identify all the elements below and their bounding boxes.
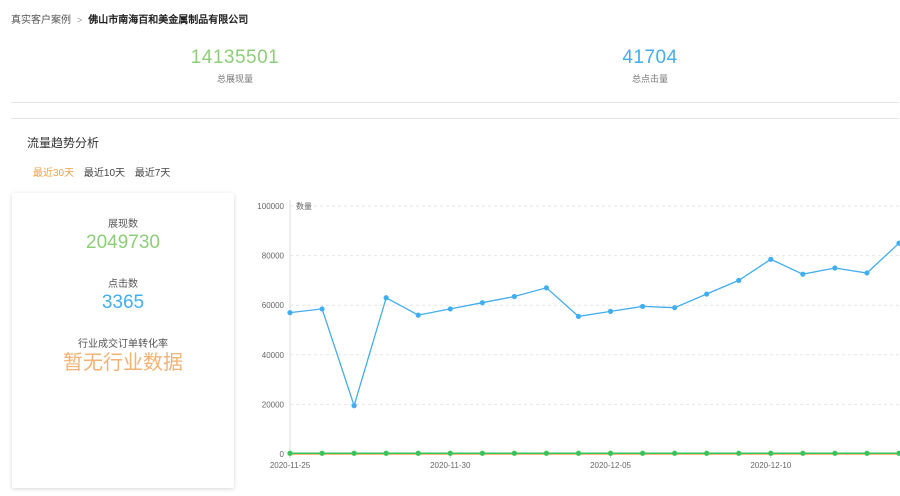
data-point: [704, 291, 710, 297]
data-point: [736, 277, 742, 283]
data-point: [543, 285, 550, 291]
data-point: [383, 450, 389, 456]
data-point: [383, 295, 389, 301]
data-point: [672, 305, 678, 311]
data-point: [639, 303, 646, 310]
summary-card: 展现数 2049730 点击数 3365 行业成交订单转化率 暂无行业数据: [12, 193, 234, 488]
clicks-label: 点击数: [108, 279, 138, 290]
data-point: [511, 293, 517, 300]
trend-chart: 0 20000 40000 60000 80000 100000 数量 2020-11-25 2…: [257, 200, 900, 470]
total-impressions-value: 14135501: [190, 47, 280, 68]
divider: [11, 102, 899, 103]
data-point: [287, 310, 293, 316]
total-clicks-value: 41704: [622, 47, 678, 68]
data-point: [351, 450, 357, 456]
data-point: [351, 403, 357, 409]
data-point: [672, 450, 678, 456]
data-point: [800, 450, 806, 456]
data-point: [896, 450, 900, 456]
breadcrumb-current: 佛山市南海百和美金属制品有限公司: [88, 15, 249, 26]
data-point: [319, 306, 325, 312]
tab-last-30-days[interactable]: 最近30天: [33, 168, 74, 179]
data-point: [800, 271, 806, 277]
impressions-label: 展现数: [108, 219, 138, 230]
y-tick-label: 100000: [257, 202, 284, 211]
data-point: [768, 450, 774, 456]
series-line: [289, 242, 900, 408]
breadcrumb: 真实客户案例 > 佛山市南海百和美金属制品有限公司: [11, 11, 248, 26]
y-tick-label: 40000: [262, 351, 285, 360]
x-tick-label: 2020-11-25: [270, 461, 311, 470]
y-tick-label: 0: [280, 450, 285, 459]
total-impressions-stat: 14135501 总展现量: [145, 47, 325, 85]
y-tick-label: 80000: [262, 252, 285, 261]
data-point: [832, 450, 838, 456]
data-point: [287, 450, 293, 456]
data-point: [607, 450, 614, 456]
tab-last-7-days[interactable]: 最近7天: [135, 168, 171, 179]
data-point: [447, 306, 453, 312]
conversion-label: 行业成交订单转化率: [78, 339, 168, 350]
data-point: [575, 313, 582, 319]
y-tick-label: 20000: [262, 400, 285, 409]
divider: [11, 118, 899, 119]
total-clicks-label: 总点击量: [631, 74, 668, 84]
data-point: [479, 450, 485, 456]
total-impressions-label: 总展现量: [216, 74, 253, 84]
y-tick-label: 60000: [262, 301, 285, 310]
data-point: [479, 300, 485, 306]
data-point: [864, 270, 870, 276]
impressions-block: 展现数 2049730: [12, 215, 234, 254]
data-point: [639, 450, 646, 456]
section-title: 流量趋势分析: [27, 136, 100, 150]
range-tabs: 最近30天 最近10天 最近7天: [33, 164, 177, 179]
data-point: [415, 450, 421, 456]
data-point: [607, 308, 614, 314]
clicks-value: 3365: [101, 292, 145, 313]
data-point: [704, 450, 710, 456]
x-tick-label: 2020-12-05: [590, 461, 631, 470]
x-tick-label: 2020-12-10: [750, 461, 791, 470]
data-point: [736, 450, 742, 456]
breadcrumb-link[interactable]: 真实客户案例: [11, 15, 71, 26]
data-point: [511, 450, 517, 456]
data-point: [575, 450, 582, 456]
data-point: [543, 450, 550, 456]
data-point: [832, 265, 838, 271]
total-clicks-stat: 41704 总点击量: [560, 47, 740, 85]
tab-last-10-days[interactable]: 最近10天: [84, 168, 125, 179]
data-point: [415, 312, 421, 318]
data-point: [864, 450, 870, 456]
data-point: [319, 450, 325, 456]
x-tick-label: 2020-11-30: [430, 461, 471, 470]
y-axis-label: 数量: [296, 201, 312, 211]
conversion-value: 暂无行业数据: [63, 352, 183, 374]
data-point: [768, 256, 774, 262]
breadcrumb-separator-icon: >: [77, 15, 83, 25]
clicks-block: 点击数 3365: [12, 275, 234, 314]
impressions-value: 2049730: [86, 232, 160, 253]
data-point: [447, 450, 453, 456]
conversion-block: 行业成交订单转化率 暂无行业数据: [12, 335, 234, 374]
